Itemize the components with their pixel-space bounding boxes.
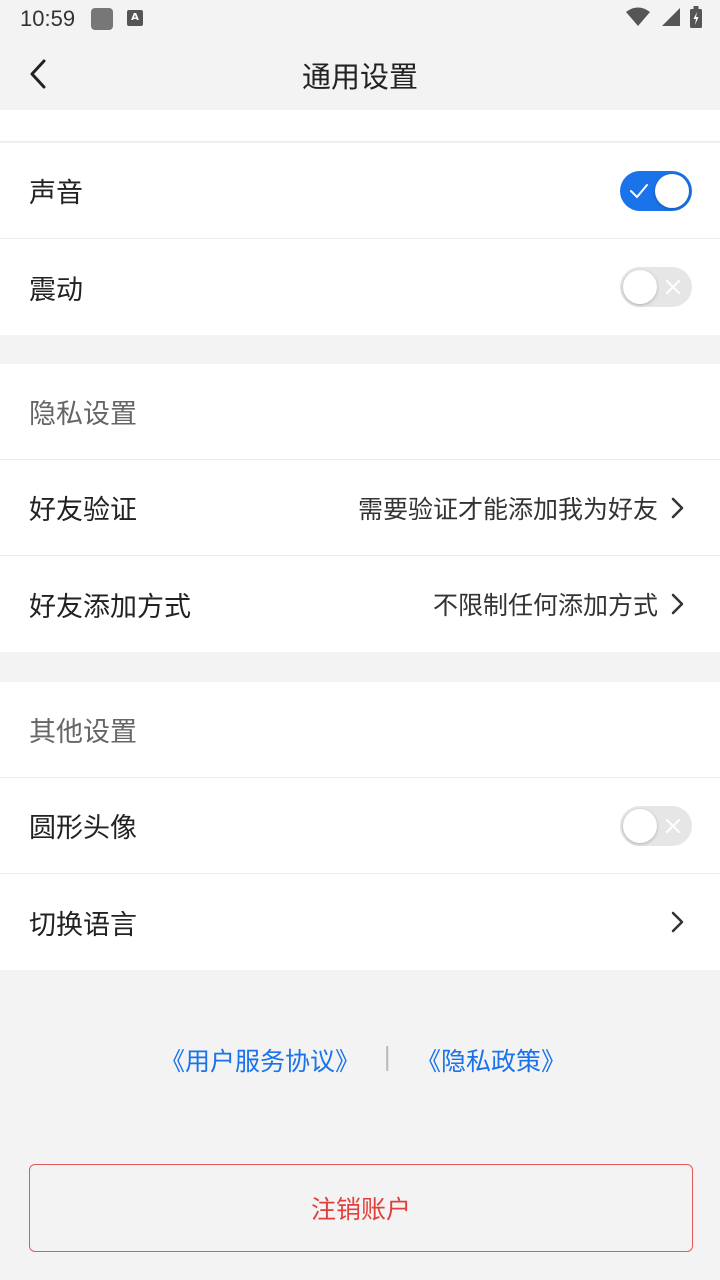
nav-bar: 通用设置 (0, 36, 720, 110)
other-section-label: 其他设置 (29, 717, 137, 748)
sound-label: 声音 (29, 178, 83, 209)
switch-language-label: 切换语言 (29, 909, 137, 941)
privacy-settings-group: 隐私设置 好友验证 需要验证才能添加我为好友 好友添加方式 不限制任何添加方式 (0, 364, 720, 652)
vibration-toggle[interactable] (620, 267, 692, 307)
toggle-knob (623, 809, 657, 843)
toggle-knob (655, 174, 689, 208)
legal-links: 《用户服务协议》 | 《隐私政策》 (0, 1040, 720, 1080)
chevron-right-icon (671, 497, 684, 519)
check-icon (630, 184, 648, 198)
user-agreement-link[interactable]: 《用户服务协议》 (160, 1042, 360, 1078)
battery-icon (690, 6, 702, 28)
chevron-right-icon (671, 593, 684, 615)
vibration-label: 震动 (29, 274, 83, 306)
toggle-knob (623, 270, 657, 304)
round-avatar-toggle[interactable] (620, 806, 692, 846)
status-time: 10:59 (20, 6, 76, 31)
link-separator: | (383, 1042, 392, 1071)
privacy-section-label: 隐私设置 (29, 399, 137, 430)
friend-add-method-label: 好友添加方式 (29, 591, 191, 623)
round-avatar-row: 圆形头像 (0, 778, 720, 874)
other-section-header: 其他设置 (0, 682, 720, 778)
page-title: 通用设置 (301, 60, 418, 94)
keyboard-app-icon: A (127, 10, 143, 26)
switch-language-row[interactable]: 切换语言 (0, 874, 720, 970)
privacy-section-header: 隐私设置 (0, 364, 720, 460)
delete-account-button[interactable]: 注销账户 (29, 1164, 693, 1252)
status-indicators (626, 6, 702, 28)
friend-verify-label: 好友验证 (29, 495, 137, 526)
status-bar: 10:59 A (0, 0, 720, 36)
top-spacer (0, 110, 720, 142)
chevron-right-icon (671, 911, 684, 933)
close-icon (666, 819, 680, 833)
close-icon (666, 280, 680, 294)
notification-settings-group: 声音 震动 (0, 143, 720, 335)
friend-verify-value: 需要验证才能添加我为好友 (357, 494, 658, 524)
round-avatar-label: 圆形头像 (29, 813, 137, 844)
privacy-policy-link[interactable]: 《隐私政策》 (416, 1042, 566, 1078)
sound-toggle[interactable] (620, 171, 692, 211)
notification-app-icon (91, 8, 113, 30)
sound-row: 声音 (0, 143, 720, 239)
vibration-row: 震动 (0, 239, 720, 335)
friend-add-method-row[interactable]: 好友添加方式 不限制任何添加方式 (0, 556, 720, 652)
friend-add-method-value: 不限制任何添加方式 (432, 591, 658, 620)
cellular-signal-icon (662, 8, 680, 26)
wifi-icon (626, 7, 650, 26)
other-settings-group: 其他设置 圆形头像 切换语言 (0, 682, 720, 970)
friend-verify-row[interactable]: 好友验证 需要验证才能添加我为好友 (0, 460, 720, 556)
